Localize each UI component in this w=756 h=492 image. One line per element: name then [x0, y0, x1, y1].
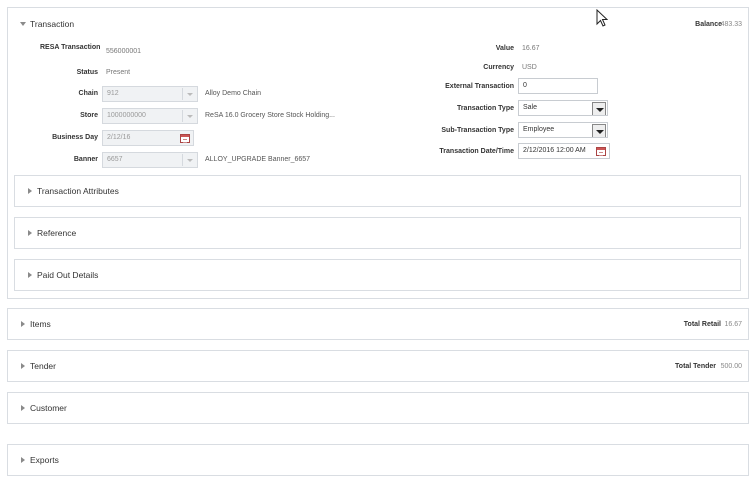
items-panel[interactable]: Items Total Retail 16.67 — [7, 308, 749, 340]
transaction-type-value: Sale — [523, 104, 538, 111]
chevron-down-icon[interactable] — [182, 110, 196, 122]
exports-title: Exports — [30, 455, 59, 465]
resa-transaction-label: RESA Transaction — [40, 44, 101, 51]
expand-caret-icon[interactable] — [21, 321, 25, 327]
collapse-caret-icon[interactable] — [20, 22, 26, 26]
banner-dropdown[interactable]: 6657 — [102, 152, 198, 168]
paid-out-details-panel[interactable]: Paid Out Details — [14, 259, 741, 291]
tender-panel[interactable]: Tender Total Tender 500.00 — [7, 350, 749, 382]
sub-transaction-type-label: Sub-Transaction Type — [441, 127, 514, 134]
calendar-icon[interactable] — [180, 134, 190, 143]
resa-transaction-value: 556000001 — [106, 48, 142, 55]
expand-caret-icon[interactable] — [28, 230, 32, 236]
customer-panel[interactable]: Customer — [7, 392, 749, 424]
external-transaction-value: 0 — [523, 82, 527, 89]
status-value: Present — [106, 69, 131, 76]
total-retail-label: Total Retail — [683, 321, 721, 328]
customer-title: Customer — [30, 403, 67, 413]
banner-description: ALLOY_UPGRADE Banner_6657 — [205, 156, 311, 163]
currency-label: Currency — [483, 64, 514, 71]
chevron-down-icon[interactable] — [592, 102, 606, 115]
paid-out-details-title: Paid Out Details — [37, 270, 99, 280]
store-dropdown[interactable]: 1000000000 — [102, 108, 198, 124]
mouse-cursor-icon — [596, 9, 608, 27]
business-day-value: 2/12/16 — [107, 134, 131, 141]
banner-dropdown-value: 6657 — [107, 156, 123, 163]
store-description: ReSA 16.0 Grocery Store Stock Holding... — [205, 112, 335, 119]
balance-label: Balance — [695, 21, 722, 28]
chain-dropdown[interactable]: 912 — [102, 86, 198, 102]
items-title: Items — [30, 319, 51, 329]
exports-panel[interactable]: Exports — [7, 444, 749, 476]
value-value: 16.67 — [522, 45, 540, 52]
transaction-panel-header[interactable]: Transaction Balance 483.33 — [8, 8, 748, 38]
expand-caret-icon[interactable] — [28, 188, 32, 194]
currency-value: USD — [522, 64, 537, 71]
status-label: Status — [76, 69, 98, 76]
chevron-down-icon[interactable] — [592, 124, 606, 137]
total-tender-label: Total Tender — [675, 363, 716, 370]
external-transaction-input[interactable]: 0 — [518, 78, 598, 94]
transaction-datetime-value: 2/12/2016 12:00 AM — [523, 147, 586, 154]
chevron-down-icon[interactable] — [182, 88, 196, 100]
transaction-attributes-panel[interactable]: Transaction Attributes — [14, 175, 741, 207]
transaction-type-label: Transaction Type — [456, 105, 514, 112]
reference-panel[interactable]: Reference — [14, 217, 741, 249]
banner-label: Banner — [73, 156, 98, 163]
balance-value: 483.33 — [720, 21, 742, 28]
tender-title: Tender — [30, 361, 56, 371]
external-transaction-label: External Transaction — [445, 83, 514, 90]
value-label: Value — [495, 45, 514, 52]
total-retail-value: 16.67 — [724, 321, 742, 328]
sub-transaction-type-value: Employee — [523, 126, 555, 133]
transaction-title: Transaction — [30, 19, 75, 29]
total-tender-value: 500.00 — [720, 363, 742, 370]
calendar-icon[interactable] — [596, 147, 606, 156]
chain-description: Alloy Demo Chain — [205, 90, 262, 97]
expand-caret-icon[interactable] — [21, 405, 25, 411]
business-day-label: Business Day — [52, 134, 98, 141]
expand-caret-icon[interactable] — [21, 457, 25, 463]
transaction-attributes-title: Transaction Attributes — [37, 186, 119, 196]
expand-caret-icon[interactable] — [28, 272, 32, 278]
reference-title: Reference — [37, 228, 77, 238]
store-dropdown-value: 1000000000 — [107, 112, 146, 119]
transaction-type-select[interactable]: Sale — [518, 100, 608, 116]
chain-dropdown-value: 912 — [107, 90, 119, 97]
chain-label: Chain — [78, 90, 98, 97]
expand-caret-icon[interactable] — [21, 363, 25, 369]
transaction-datetime-label: Transaction Date/Time — [439, 148, 514, 155]
chevron-down-icon[interactable] — [182, 154, 196, 166]
sub-transaction-type-select[interactable]: Employee — [518, 122, 608, 138]
store-label: Store — [80, 112, 98, 119]
